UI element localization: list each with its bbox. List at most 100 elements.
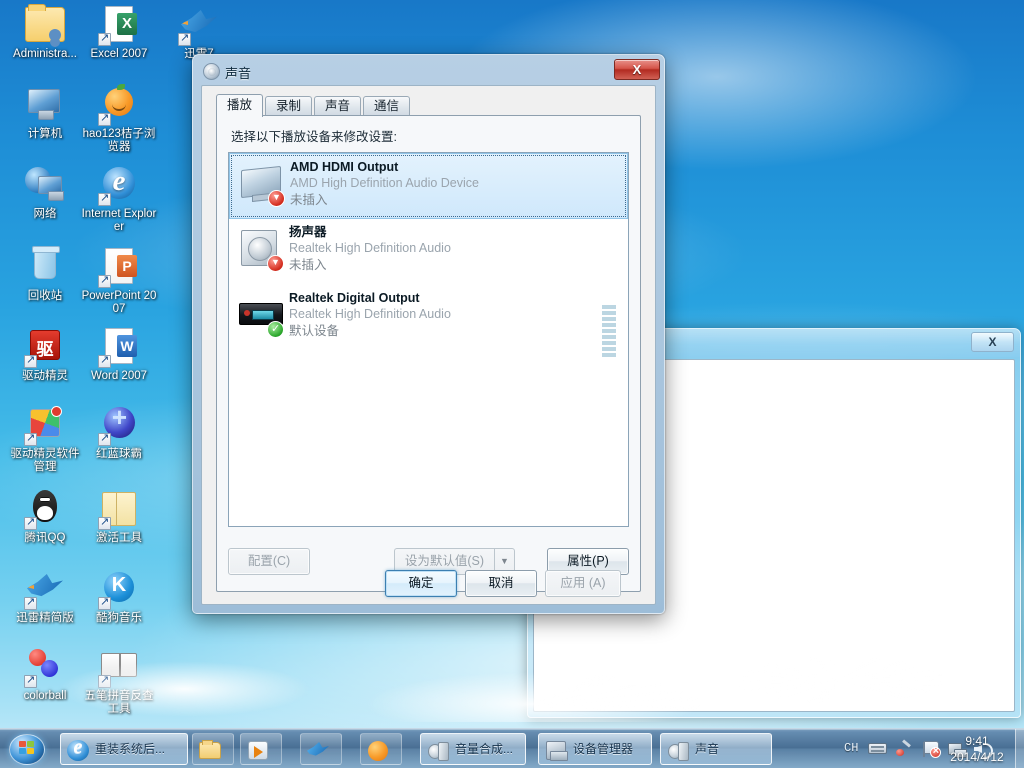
driver-software-mgr-icon [24, 404, 66, 446]
taskbar-button-volume-mixer[interactable]: 音量合成... [420, 733, 526, 765]
network-icon [24, 164, 66, 206]
colorball-icon [24, 646, 66, 688]
desktop-icon-17[interactable]: 五笔拼音反查工具 [80, 646, 158, 716]
user-folder-icon [24, 4, 66, 46]
desktop-icon-1[interactable]: Excel 2007 [80, 4, 158, 61]
shortcut-badge-icon [98, 275, 111, 288]
orange-browser-icon [367, 740, 389, 761]
device-row-realtek-digital-output[interactable]: Realtek Digital Output Realtek High Defi… [229, 285, 628, 357]
desktop-icon-7[interactable]: PowerPoint 2007 [80, 246, 158, 316]
device-description: AMD High Definition Audio Device [290, 176, 479, 190]
desktop-icon-label: colorball [23, 690, 67, 702]
desktop-icon-6[interactable]: 回收站 [6, 246, 84, 303]
taskbar-button-device-manager[interactable]: 设备管理器 [538, 733, 652, 765]
sound-dialog[interactable]: 声音 X 播放 录制 声音 通信 选择以下播放设备来修改设置: ▼ AMD HD… [192, 54, 665, 614]
shortcut-badge-icon [98, 33, 111, 46]
speaker-device-icon [239, 227, 284, 272]
desktop-icon-0[interactable]: Administra... [6, 4, 84, 61]
desktop-icon-12[interactable]: 腾讯QQ [6, 488, 84, 545]
qq-penguin-icon [24, 488, 66, 530]
playback-device-list[interactable]: AMD HDMI Output AMD High Definition Audi… [228, 152, 629, 527]
desktop-icon-label: Word 2007 [90, 370, 148, 382]
powerpoint-icon [98, 246, 140, 288]
shortcut-badge-icon [24, 433, 37, 446]
desktop-icon-label: Excel 2007 [90, 48, 148, 60]
windows-flag-icon [19, 741, 35, 756]
speaker-icon [667, 740, 689, 761]
tab-recording[interactable]: 录制 [265, 96, 313, 116]
taskbar-button-hao123[interactable] [360, 733, 402, 765]
kugou-music-icon [98, 568, 140, 610]
desktop-icon-8[interactable]: 驱动精灵 [6, 326, 84, 383]
sound-dialog-titlebar[interactable]: 声音 X [197, 59, 660, 85]
folder-icon [98, 488, 140, 530]
shortcut-badge-icon [98, 597, 111, 610]
desktop-icon-5[interactable]: Internet Explorer [80, 164, 158, 234]
device-status: 默认设备 [289, 324, 340, 338]
device-status: 未插入 [289, 258, 327, 272]
clock-date: 2014/4/12 [950, 750, 1004, 764]
input-method-indicator[interactable]: CH [844, 741, 858, 755]
taskbar[interactable]: 重装系统后... 音量合成... 设备管理器 声音 [0, 728, 1024, 768]
default-device-badge-icon [267, 321, 284, 338]
desktop-icon-15[interactable]: 酷狗音乐 [80, 568, 158, 625]
desktop-icon-13[interactable]: 激活工具 [80, 488, 158, 545]
clock[interactable]: 9:41 2014/4/12 [944, 733, 1010, 765]
tab-communications[interactable]: 通信 [363, 96, 411, 116]
taskbar-button-media-player[interactable] [240, 733, 282, 765]
device-name: 扬声器 [289, 225, 327, 239]
desktop-icon-16[interactable]: colorball [6, 646, 84, 703]
desktop-icon-label: 计算机 [27, 128, 63, 140]
desktop-icon-label: 五笔拼音反查工具 [84, 690, 154, 715]
desktop-icon-14[interactable]: 迅雷精简版 [6, 568, 84, 625]
taskbar-button-explorer[interactable] [192, 733, 234, 765]
tab-sounds[interactable]: 声音 [314, 96, 362, 116]
ok-button[interactable]: 确定 [385, 570, 457, 597]
desktop-icon-11[interactable]: 红蓝球霸 [80, 402, 158, 461]
action-center-flag-icon[interactable] [922, 741, 941, 758]
taskbar-button-sound[interactable]: 声音 [660, 733, 772, 765]
shortcut-badge-icon [98, 517, 111, 530]
device-manager-icon [545, 740, 568, 761]
taskbar-button-xunlei[interactable] [300, 733, 342, 765]
sound-dialog-body: 播放 录制 声音 通信 选择以下播放设备来修改设置: AMD HDMI Outp… [201, 85, 656, 605]
taskbar-button-label: 音量合成... [455, 742, 514, 756]
desktop-icon-xunlei7[interactable]: 迅雷7 [160, 4, 238, 61]
thunder-bird-icon [307, 740, 329, 761]
thunder-bird-icon [24, 568, 66, 610]
taskbar-button-label: 声音 [695, 742, 720, 756]
apply-button[interactable]: 应用 (A) [545, 570, 621, 597]
device-row-speakers[interactable]: 扬声器 Realtek High Definition Audio 未插入 [229, 219, 628, 285]
word-icon [98, 326, 140, 368]
orange-browser-icon [98, 84, 140, 126]
taskbar-button-label: 设备管理器 [573, 742, 634, 756]
taskbar-button-ie[interactable]: 重装系统后... [60, 733, 188, 765]
keyboard-icon[interactable] [868, 743, 887, 754]
device-description: Realtek High Definition Audio [289, 307, 451, 321]
desktop-icon-10[interactable]: 驱动精灵软件管理 [6, 404, 84, 474]
show-desktop-button[interactable] [1015, 729, 1024, 768]
cancel-button[interactable]: 取消 [465, 570, 537, 597]
desktop-icon-label: 腾讯QQ [24, 532, 66, 544]
shortcut-badge-icon [98, 433, 111, 446]
explorer-icon [199, 740, 221, 761]
tab-playback[interactable]: 播放 [216, 94, 264, 117]
device-row-amd-hdmi-output[interactable]: AMD HDMI Output AMD High Definition Audi… [229, 153, 628, 219]
close-icon[interactable]: X [971, 332, 1014, 352]
desktop-icon-4[interactable]: 网络 [6, 164, 84, 221]
close-icon[interactable]: X [614, 59, 660, 80]
start-button[interactable] [2, 730, 54, 768]
desktop-icon-label: 网络 [33, 208, 57, 220]
desktop-icon-label: 酷狗音乐 [96, 612, 142, 624]
pen-red-icon[interactable] [896, 742, 911, 756]
desktop-icon-2[interactable]: 计算机 [6, 84, 84, 141]
device-name: AMD HDMI Output [290, 160, 399, 174]
tab-strip: 播放 录制 声音 通信 [216, 94, 641, 117]
desktop-icon-3[interactable]: hao123桔子浏览器 [80, 84, 158, 154]
desktop-icon-9[interactable]: Word 2007 [80, 326, 158, 383]
desktop-icon-grid: Administra... Excel 2007 计算机 hao123桔子浏览器网络 I… [0, 0, 170, 720]
shortcut-badge-icon [98, 355, 111, 368]
shortcut-badge-icon [24, 597, 37, 610]
playback-hint-label: 选择以下播放设备来修改设置: [231, 130, 397, 144]
desktop[interactable]: Administra... Excel 2007 计算机 hao123桔子浏览器网络 I… [0, 0, 1024, 768]
